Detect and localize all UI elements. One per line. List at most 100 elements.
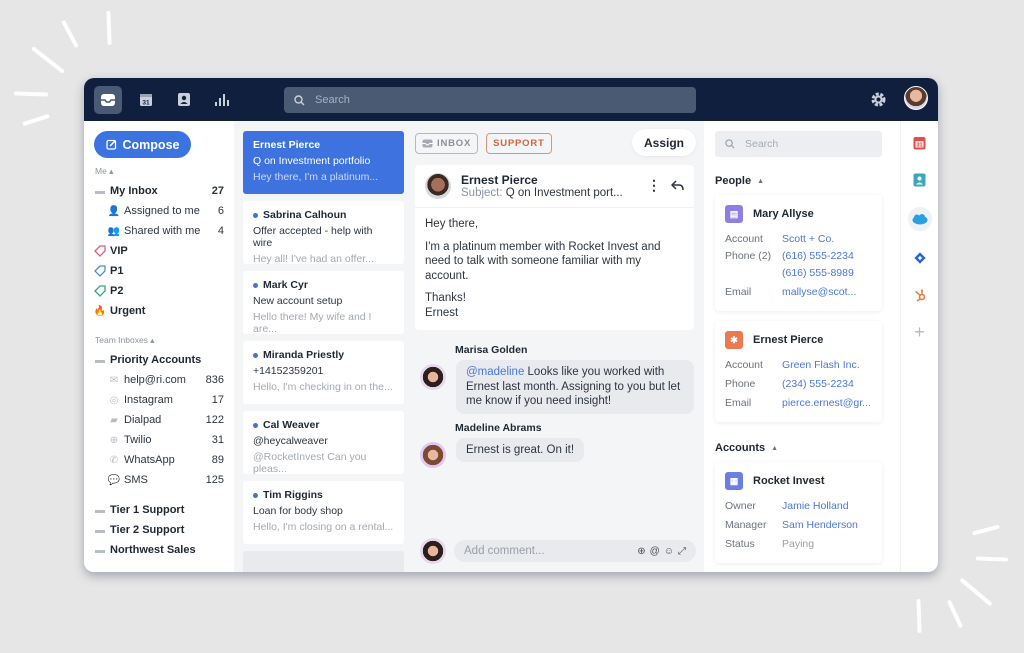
conversation-item[interactable]: Cal Weaver @heycalweaver @RocketInvest C… <box>243 411 404 475</box>
field-value[interactable]: pierce.ernest@gr... <box>782 397 871 410</box>
expand-icon[interactable]: ⤢ <box>678 546 686 557</box>
inbox-icon: ▬ <box>95 185 105 197</box>
inbox-icon <box>422 139 433 147</box>
conversation-item[interactable]: Miranda Priestly +14152359201 Hello, I'm… <box>243 341 404 404</box>
people-header[interactable]: People ▲ <box>715 175 896 187</box>
hubspot-icon[interactable] <box>910 285 930 305</box>
nav-contacts[interactable] <box>170 86 198 114</box>
person-icon: ✱ <box>725 331 743 349</box>
decorative-stroke <box>22 113 50 127</box>
nav-analytics[interactable] <box>208 86 236 114</box>
field-value[interactable]: (616) 555-2234 <box>782 250 854 263</box>
add-comment-input[interactable]: Add comment... ⊕ @ ☺ ⤢ <box>454 540 696 562</box>
me-section-label[interactable]: Me ▴ <box>95 166 224 177</box>
svg-text:31: 31 <box>142 100 150 107</box>
more-options-icon[interactable]: ⋮ <box>647 177 661 194</box>
nav-calendar[interactable]: 31 <box>132 86 160 114</box>
mention-icon[interactable]: @ <box>650 546 660 557</box>
field-value[interactable]: (234) 555-2234 <box>782 378 854 391</box>
top-bar: 31 Search <box>84 78 938 121</box>
calendar-app-icon[interactable]: 31 <box>910 133 930 153</box>
email-icon: ✉ <box>109 374 119 386</box>
tag-icon <box>94 265 106 277</box>
field-value[interactable]: Jamie Holland <box>782 500 849 513</box>
team-inboxes-label[interactable]: Team Inboxes ▴ <box>95 335 224 346</box>
sidebar-item-p2[interactable]: P2 <box>94 281 224 301</box>
sidebar-item-label: P1 <box>110 265 124 277</box>
current-user-avatar <box>420 538 446 564</box>
search-placeholder: Search <box>315 94 350 106</box>
conversation-item[interactable]: Tim Riggins Loan for body shop Hello, I'… <box>243 481 404 544</box>
account-name: Rocket Invest <box>753 475 825 487</box>
subject-line: Subject: Q on Investment port... <box>461 187 623 199</box>
salesforce-icon[interactable] <box>907 207 932 231</box>
mention-link[interactable]: @madeline <box>466 366 524 378</box>
decorative-stroke <box>946 599 964 629</box>
sidebar-item-p1[interactable]: P1 <box>94 261 224 281</box>
inbox-icon: ▬ <box>95 544 105 556</box>
field-value[interactable]: Sam Henderson <box>782 519 858 532</box>
conversation-item[interactable]: Mark Cyr New account setup Hello there! … <box>243 271 404 335</box>
field-label: Owner <box>725 500 756 512</box>
contact-card[interactable]: ▤ Mary Allyse Account Scott + Co. Phone (2… <box>715 195 882 311</box>
contact-search-input[interactable]: Search <box>715 131 882 157</box>
reply-icon[interactable] <box>671 180 684 191</box>
sidebar-item-instagram[interactable]: ◎ Instagram 17 <box>94 390 224 410</box>
field-value[interactable]: (616) 555-8989 <box>782 267 854 280</box>
sidebar-item-tier2[interactable]: ▬ Tier 2 Support <box>94 520 224 540</box>
sidebar-item-dialpad[interactable]: ▰ Dialpad 122 <box>94 410 224 430</box>
sidebar-item-label: Urgent <box>110 305 146 317</box>
support-tag[interactable]: SUPPORT <box>486 132 552 154</box>
global-search-input[interactable]: Search <box>284 87 696 113</box>
inbox-tag[interactable]: INBOX <box>415 132 479 154</box>
inbox-icon: ▬ <box>95 504 105 516</box>
preview: Hey all! I've had an offer... <box>253 253 374 265</box>
sidebar-item-northwest[interactable]: ▬ Northwest Sales <box>94 540 224 560</box>
sender-name: Cal Weaver <box>263 419 320 431</box>
assign-button[interactable]: Assign <box>632 129 696 156</box>
emoji-icon[interactable]: ☺ <box>664 546 674 557</box>
conversation-item[interactable]: Ernest Pierce Q on Investment portfolio … <box>243 131 404 194</box>
gear-icon[interactable] <box>870 91 887 108</box>
sidebar-item-label: SMS <box>124 474 148 486</box>
contact-card[interactable]: ✱ Ernest Pierce Account Green Flash Inc. P… <box>715 321 882 422</box>
field-value[interactable]: Green Flash Inc. <box>782 359 860 372</box>
unread-dot <box>253 492 258 498</box>
message-body: Hey there, I'm a platinum member with Ro… <box>415 208 694 330</box>
sidebar-item-assigned[interactable]: 👤 Assigned to me 6 <box>94 201 224 221</box>
count: 89 <box>211 454 224 466</box>
comment: Madeline Abrams Ernest is great. On it! <box>415 422 694 468</box>
field-value[interactable]: Scott + Co. <box>782 233 834 246</box>
user-avatar[interactable] <box>904 86 928 110</box>
sidebar-item-urgent[interactable]: 🔥 Urgent <box>94 301 224 321</box>
add-icon[interactable]: ⊕ <box>637 546 645 557</box>
sidebar-item-help[interactable]: ✉ help@ri.com 836 <box>94 370 224 390</box>
sender-name: Mark Cyr <box>263 279 308 291</box>
nav-inbox[interactable] <box>94 85 122 114</box>
decorative-stroke <box>959 577 993 607</box>
inbox-icon <box>101 93 115 106</box>
field-label: Email <box>725 397 752 409</box>
conversation-item[interactable]: Sabrina Calhoun Offer accepted - help wi… <box>243 201 404 265</box>
add-integration-icon[interactable]: + <box>910 322 930 342</box>
decorative-stroke <box>61 19 79 49</box>
jira-icon[interactable] <box>910 248 930 268</box>
accounts-header[interactable]: Accounts ▲ <box>715 442 896 454</box>
unread-dot <box>253 422 258 428</box>
sidebar-item-whatsapp[interactable]: ✆ WhatsApp 89 <box>94 450 224 470</box>
sidebar-item-vip[interactable]: VIP <box>94 241 224 261</box>
sidebar-item-my-inbox[interactable]: ▬ My Inbox 27 <box>94 181 224 201</box>
field-value[interactable]: mallyse@scot... <box>782 286 856 299</box>
sidebar-item-sms[interactable]: 💬 SMS 125 <box>94 470 224 490</box>
sidebar-item-priority-accounts[interactable]: ▬ Priority Accounts <box>94 350 224 370</box>
building-icon: ▦ <box>725 472 743 490</box>
sidebar-item-twilio[interactable]: ⊕ Twilio 31 <box>94 430 224 450</box>
sidebar-item-shared[interactable]: 👥 Shared with me 4 <box>94 221 224 241</box>
sender-name: Tim Riggins <box>263 489 323 501</box>
sidebar-item-tier1[interactable]: ▬ Tier 1 Support <box>94 500 224 520</box>
compose-button[interactable]: Compose <box>94 131 191 158</box>
account-card[interactable]: ▦ Rocket Invest Owner Jamie Holland Manage… <box>715 462 882 563</box>
contacts-app-icon[interactable] <box>910 170 930 190</box>
unread-dot <box>253 282 258 288</box>
conversation-placeholder <box>243 551 404 572</box>
